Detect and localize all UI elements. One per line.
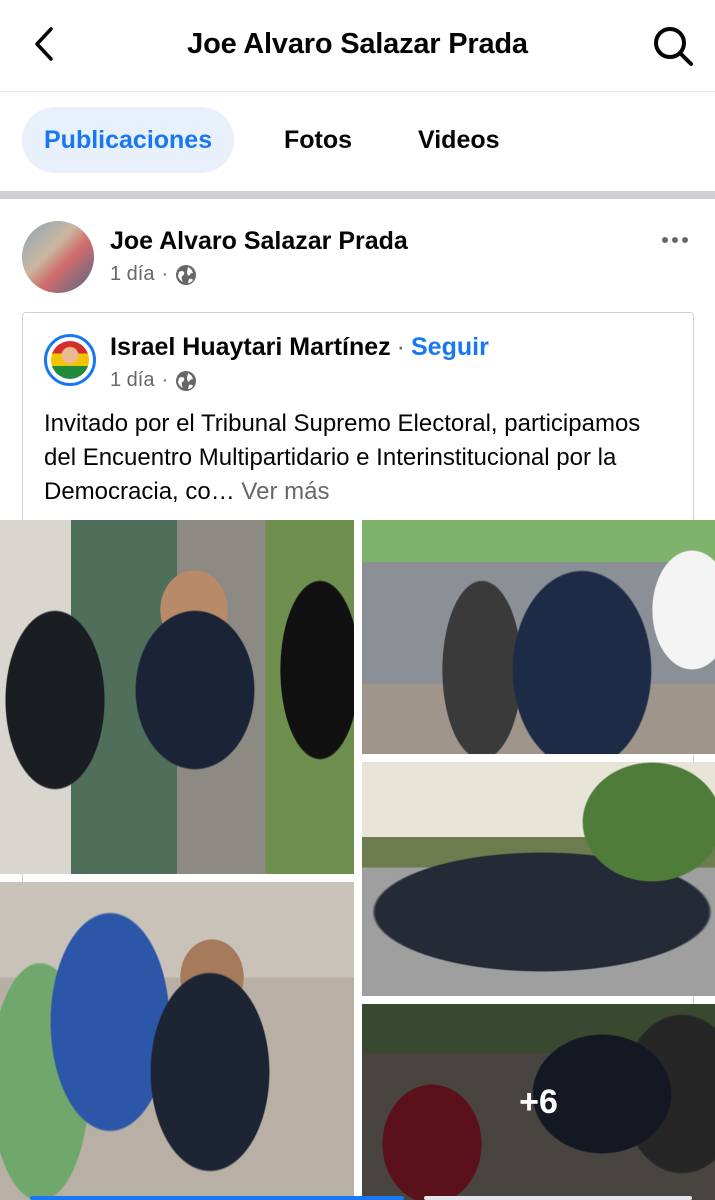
see-more-link[interactable]: Ver más: [241, 478, 329, 505]
post-options-button[interactable]: [655, 225, 695, 255]
post-author-name[interactable]: Joe Alvaro Salazar Prada: [110, 227, 408, 256]
post-photo-4[interactable]: [0, 882, 354, 1200]
tab-publicaciones[interactable]: Publicaciones: [22, 107, 235, 173]
profile-picture: [51, 341, 89, 379]
post-text: Invitado por el Tribunal Supremo Elector…: [44, 407, 674, 509]
page-title: Joe Alvaro Salazar Prada: [187, 28, 528, 60]
action-bar-edge: [424, 1196, 692, 1200]
post-body: Invitado por el Tribunal Supremo Elector…: [44, 410, 641, 505]
top-bar: Joe Alvaro Salazar Prada: [0, 0, 715, 92]
tab-fotos[interactable]: Fotos: [262, 107, 374, 173]
shared-post-time[interactable]: 1 día: [110, 369, 154, 392]
post-photo-2[interactable]: [362, 520, 715, 754]
meta-separator: ·: [161, 369, 169, 391]
shared-post-meta: 1 día ·: [110, 369, 197, 392]
post-photo-5[interactable]: +6: [362, 1004, 715, 1200]
post-photo-3[interactable]: [362, 762, 715, 996]
post-photo-1[interactable]: [0, 520, 354, 874]
profile-tabs: Publicaciones Fotos Videos: [0, 92, 715, 192]
action-bar-edge: [30, 1196, 404, 1200]
more-dot: [682, 237, 688, 243]
shared-author-avatar[interactable]: [44, 334, 96, 386]
avatar[interactable]: [22, 221, 94, 293]
post-time[interactable]: 1 día: [110, 263, 154, 286]
globe-icon: [176, 264, 197, 285]
more-dot: [672, 237, 678, 243]
meta-separator: ·: [161, 263, 169, 285]
globe-icon: [176, 370, 197, 391]
photo-grid: +6: [0, 520, 715, 1200]
shared-author-name[interactable]: Israel Huaytari Martínez: [110, 333, 391, 361]
search-button[interactable]: [649, 22, 697, 70]
search-icon: [654, 27, 693, 66]
section-divider: [0, 191, 715, 199]
tab-videos[interactable]: Videos: [396, 107, 522, 173]
shared-author-row: Israel Huaytari Martínez · Seguir: [110, 333, 489, 362]
more-photos-overlay[interactable]: +6: [362, 1004, 715, 1200]
post-meta: 1 día ·: [110, 263, 197, 286]
more-horizontal-icon: [662, 237, 668, 243]
follow-button[interactable]: Seguir: [411, 333, 489, 361]
author-separator: ·: [396, 333, 405, 361]
more-photos-count: +6: [519, 1082, 558, 1121]
